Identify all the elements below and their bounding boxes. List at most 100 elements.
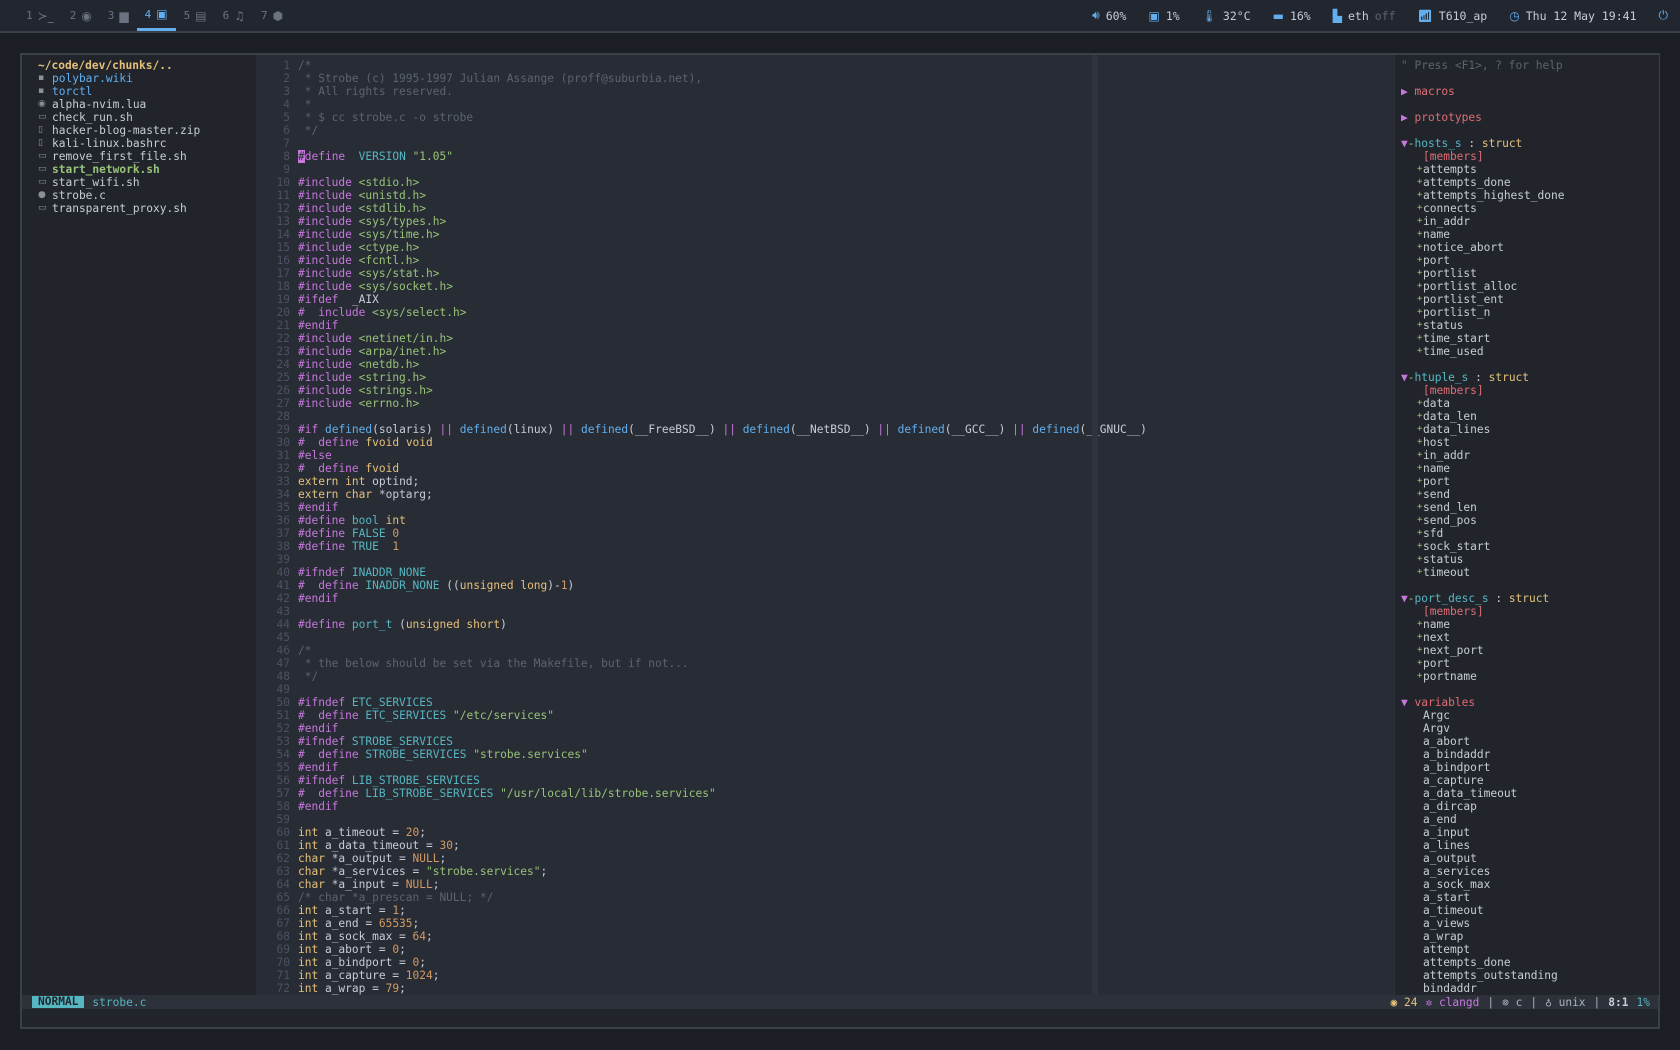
command-line[interactable] [22,1009,1658,1027]
tree-item[interactable]: ▪ polybar.wiki [22,72,256,85]
tag-member[interactable]: + portlist_alloc [1395,280,1659,293]
volume-module[interactable]: 🔊︎ 60% [1092,8,1126,23]
tag-member[interactable]: + data_lines [1395,423,1659,436]
tag-member[interactable]: + port [1395,657,1659,670]
tag-variable[interactable]: a_data_timeout [1395,787,1659,800]
tree-item[interactable]: ▭ transparent_proxy.sh [22,202,256,215]
workspace-2[interactable]: 2 ◉ [62,0,100,31]
line-number: 70 [276,956,290,969]
tag-member[interactable]: + next [1395,631,1659,644]
tag-variable[interactable]: a_bindport [1395,761,1659,774]
tag-member[interactable]: + portlist [1395,267,1659,280]
tag-struct-header[interactable]: ▼ - htuple_s : struct [1395,371,1659,384]
tag-variable[interactable]: Argv [1395,722,1659,735]
tag-member[interactable]: + portlist_ent [1395,293,1659,306]
tag-member[interactable]: + port [1395,475,1659,488]
tag-member[interactable]: + in_addr [1395,449,1659,462]
tree-item[interactable]: ▪ torctl [22,85,256,98]
tag-member[interactable]: + name [1395,618,1659,631]
line-number: 40 [276,566,290,579]
ethernet-module[interactable]: ▙ eth off [1333,9,1396,23]
tree-item[interactable]: ▭ start_wifi.sh [22,176,256,189]
code-line: 41 # define INADDR_NONE ((unsigned long)-… [256,579,1394,592]
tag-member[interactable]: + data [1395,397,1659,410]
tag-member[interactable]: + data_len [1395,410,1659,423]
tag-member[interactable]: + time_used [1395,345,1659,358]
tag-member[interactable]: + portlist_n [1395,306,1659,319]
tag-variable[interactable]: a_dircap [1395,800,1659,813]
tag-member[interactable]: + notice_abort [1395,241,1659,254]
tag-member[interactable]: + status [1395,553,1659,566]
tag-member[interactable]: + name [1395,462,1659,475]
workspace-7[interactable]: 7 ⬢ [253,0,291,31]
tag-variable[interactable]: a_start [1395,891,1659,904]
tree-item[interactable]: ▭ start_network.sh [22,163,256,176]
tag-variable[interactable]: a_views [1395,917,1659,930]
workspace-6[interactable]: 6 ♫ [215,0,253,31]
tag-variable[interactable]: attempts_outstanding [1395,969,1659,982]
tag-member[interactable]: + in_addr [1395,215,1659,228]
tag-variable[interactable]: a_wrap [1395,930,1659,943]
tree-item-label: torctl [52,85,93,98]
tag-variable[interactable]: a_lines [1395,839,1659,852]
tag-member[interactable]: + portname [1395,670,1659,683]
tag-variable[interactable]: a_end [1395,813,1659,826]
tag-variable[interactable]: bindaddr [1395,982,1659,995]
power-module[interactable]: ⏻ [1659,8,1669,23]
tag-member[interactable]: + time_start [1395,332,1659,345]
wifi-module[interactable]: 📶︎ T610_ap [1418,9,1488,23]
tag-member[interactable]: + port [1395,254,1659,267]
code-token: (__GNUC__) [1079,423,1147,436]
clock-module[interactable]: ◷ Thu 12 May 19:41 [1509,9,1636,23]
tag-member[interactable]: + send_pos [1395,514,1659,527]
tag-member[interactable]: + sock_start [1395,540,1659,553]
tag-member[interactable]: + attempts_done [1395,176,1659,189]
tag-variable[interactable]: attempts_done [1395,956,1659,969]
tag-member[interactable]: + name [1395,228,1659,241]
tree-item[interactable]: ▯ hacker-blog-master.zip [22,124,256,137]
tag-variable[interactable]: a_input [1395,826,1659,839]
tag-variable[interactable]: attempt [1395,943,1659,956]
tag-member[interactable]: + send [1395,488,1659,501]
tag-variable[interactable]: a_output [1395,852,1659,865]
tag-group-expanded[interactable]: ▼ variables [1395,696,1659,709]
tree-item[interactable]: ▭ check_run.sh [22,111,256,124]
tag-member[interactable]: + attempts_highest_done [1395,189,1659,202]
workspace-4[interactable]: 4 ▣ [136,0,176,31]
tree-item[interactable]: ▯ kali-linux.bashrc [22,137,256,150]
workspace-3[interactable]: 3 ▆ [100,0,137,31]
tag-variable[interactable]: a_capture [1395,774,1659,787]
tree-item[interactable]: ▭ remove_first_file.sh [22,150,256,163]
diagnostics-warnings[interactable]: ◉ 24 [1391,996,1418,1009]
tag-group-collapsed[interactable]: ▶ macros [1395,85,1659,98]
tag-member[interactable]: + host [1395,436,1659,449]
tag-member[interactable]: + connects [1395,202,1659,215]
tag-member[interactable]: + sfd [1395,527,1659,540]
tag-member[interactable]: + status [1395,319,1659,332]
line-number: 39 [276,553,290,566]
tag-variable[interactable]: a_sock_max [1395,878,1659,891]
tree-item[interactable]: ● strobe.c [22,189,256,202]
tag-struct-header[interactable]: ▼ - port_desc_s : struct [1395,592,1659,605]
tag-member[interactable]: + next_port [1395,644,1659,657]
tag-member[interactable]: + attempts [1395,163,1659,176]
tag-variable[interactable]: a_timeout [1395,904,1659,917]
workspace-1[interactable]: 1 ≻_ [18,0,62,31]
tag-variable[interactable]: a_services [1395,865,1659,878]
tag-member[interactable]: + timeout [1395,566,1659,579]
tree-item[interactable]: ◉ alpha-nvim.lua [22,98,256,111]
tag-member[interactable]: + send_len [1395,501,1659,514]
tag-variable[interactable]: a_abort [1395,735,1659,748]
warning-icon: ◉ [1390,995,1404,1009]
workspace-5[interactable]: 5 ▤ [176,0,215,31]
tag-struct-header[interactable]: ▼ - hosts_s : struct [1395,137,1659,150]
member-name: send_pos [1423,514,1477,527]
code-editor[interactable]: 1/* 2 * Strobe (c) 1995-1997 Julian Assan… [256,55,1394,995]
tree-root-path[interactable]: ~/code/dev/chunks/.. [22,59,256,72]
code-token: #include [298,332,352,345]
tag-group-collapsed[interactable]: ▶ prototypes [1395,111,1659,124]
tag-variable[interactable]: Argc [1395,709,1659,722]
tag-variable[interactable]: a_bindaddr [1395,748,1659,761]
